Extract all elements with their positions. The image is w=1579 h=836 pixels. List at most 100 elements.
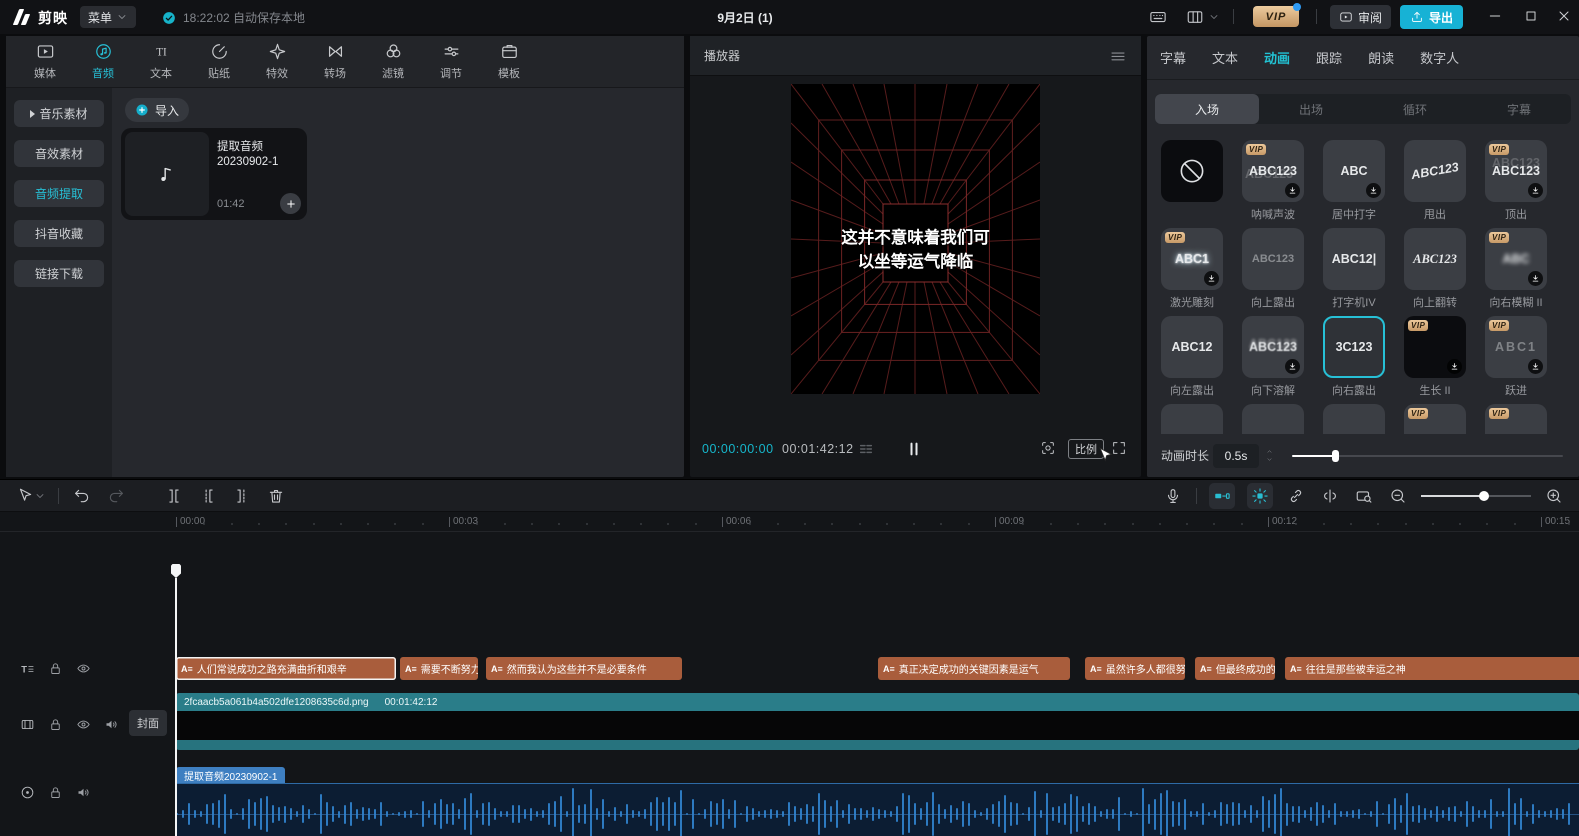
close-button[interactable] <box>1556 8 1572 24</box>
properties-tab-1[interactable]: 文本 <box>1212 48 1238 67</box>
review-button[interactable]: 审阅 <box>1330 5 1391 29</box>
split-button[interactable] <box>163 485 185 507</box>
duration-stepper[interactable] <box>1265 448 1274 463</box>
text-clip-6[interactable]: A≡往往是那些被幸运之神 <box>1285 657 1579 680</box>
animation-tile-partial-1[interactable] <box>1242 404 1304 434</box>
lock-icon[interactable] <box>48 717 63 732</box>
download-icon[interactable] <box>1285 359 1300 374</box>
delete-button[interactable] <box>265 485 287 507</box>
media-tab-adjust[interactable]: 调节 <box>422 42 480 81</box>
eye-icon[interactable] <box>76 717 91 732</box>
media-tab-media[interactable]: 媒体 <box>16 42 74 81</box>
text-clip-4[interactable]: A≡虽然许多人都很努力 <box>1085 657 1185 680</box>
stepper-down-icon[interactable] <box>1265 456 1274 463</box>
split-left-button[interactable] <box>197 485 219 507</box>
properties-tab-4[interactable]: 朗读 <box>1368 48 1394 67</box>
split-right-button[interactable] <box>231 485 253 507</box>
text-clip-2[interactable]: A≡然而我认为这些并不是必要条件 <box>486 657 682 680</box>
duration-value[interactable]: 0.5s <box>1213 444 1259 468</box>
media-tab-filter[interactable]: 滤镜 <box>364 42 422 81</box>
properties-tab-5[interactable]: 数字人 <box>1420 48 1459 67</box>
lock-icon[interactable] <box>48 785 63 800</box>
maximize-button[interactable] <box>1523 8 1539 24</box>
animation-tile-13[interactable]: VIP <box>1404 316 1466 378</box>
select-tool-button[interactable] <box>16 485 46 507</box>
animation-tile-14[interactable]: VIPABC1 <box>1485 316 1547 378</box>
animation-subtab-2[interactable]: 循环 <box>1363 94 1467 124</box>
download-icon[interactable] <box>1285 183 1300 198</box>
audio-asset-card[interactable]: 提取音频 20230902-1 01:42 <box>121 128 307 220</box>
redo-button[interactable] <box>105 485 127 507</box>
media-tab-text[interactable]: TI文本 <box>132 42 190 81</box>
playhead-handle[interactable] <box>171 564 181 578</box>
zoom-handle[interactable] <box>1479 491 1489 501</box>
timeline-zoom-slider[interactable] <box>1421 490 1531 502</box>
text-clip-3[interactable]: A≡真正决定成功的关键因素是运气 <box>878 657 1070 680</box>
media-tab-transition[interactable]: 转场 <box>306 42 364 81</box>
sidebar-item-0[interactable]: 音乐素材 <box>14 100 104 127</box>
minimize-button[interactable] <box>1487 8 1503 24</box>
add-to-timeline-button[interactable] <box>280 193 301 214</box>
import-button[interactable]: 导入 <box>125 98 189 122</box>
animation-tile-8[interactable]: ABC123 <box>1404 228 1466 290</box>
zoom-out-button[interactable] <box>1387 485 1409 507</box>
download-icon[interactable] <box>1528 271 1543 286</box>
media-tab-template[interactable]: 模板 <box>480 42 538 81</box>
duration-slider[interactable] <box>1292 448 1563 464</box>
layout-button[interactable] <box>1186 8 1204 26</box>
animation-tile-1[interactable]: VIPABC123 <box>1242 140 1304 202</box>
animation-tile-11[interactable]: ABC123 <box>1242 316 1304 378</box>
animation-tile-partial-3[interactable]: VIP <box>1404 404 1466 434</box>
sidebar-item-3[interactable]: 抖音收藏 <box>14 220 104 247</box>
zoom-in-button[interactable] <box>1543 485 1565 507</box>
timeline-ruler[interactable]: 00:0000:0300:0600:0900:1200:15 <box>0 512 1579 532</box>
download-icon[interactable] <box>1528 359 1543 374</box>
animation-tile-0[interactable] <box>1161 140 1223 202</box>
properties-tab-2[interactable]: 动画 <box>1264 48 1290 67</box>
link-button[interactable] <box>1285 485 1307 507</box>
sidebar-item-2[interactable]: 音频提取 <box>14 180 104 207</box>
animation-tile-4[interactable]: VIPABC123 <box>1485 140 1547 202</box>
text-clip-0[interactable]: A≡人们常说成功之路充满曲折和艰辛 <box>176 657 396 680</box>
slider-handle[interactable] <box>1332 450 1339 462</box>
undo-button[interactable] <box>71 485 93 507</box>
magnet-snap-button[interactable] <box>1209 483 1235 509</box>
animation-subtab-1[interactable]: 出场 <box>1259 94 1363 124</box>
pause-button[interactable] <box>904 439 924 459</box>
download-icon[interactable] <box>1366 183 1381 198</box>
menu-button[interactable]: 菜单 <box>80 6 136 28</box>
auto-preview-button[interactable] <box>1247 483 1273 509</box>
frames-icon[interactable] <box>858 441 874 457</box>
animation-tile-2[interactable]: ABC <box>1323 140 1385 202</box>
animation-tile-6[interactable]: ABC123 <box>1242 228 1304 290</box>
audio-clip[interactable]: 提取音频20230902-1 <box>176 767 1579 836</box>
animation-tile-partial-2[interactable] <box>1323 404 1385 434</box>
animation-tile-5[interactable]: VIPABC1 <box>1161 228 1223 290</box>
sidebar-item-1[interactable]: 音效素材 <box>14 140 104 167</box>
divide-button[interactable] <box>1319 485 1341 507</box>
player-menu-icon[interactable] <box>1109 47 1127 65</box>
download-icon[interactable] <box>1204 271 1219 286</box>
animation-tile-10[interactable]: ABC12 <box>1161 316 1223 378</box>
video-preview[interactable]: 这并不意味着我们可 以坐等运气降临 <box>791 84 1040 394</box>
animation-tile-12[interactable]: 3C123 <box>1323 316 1385 378</box>
animation-subtab-0[interactable]: 入场 <box>1155 94 1259 124</box>
download-icon[interactable] <box>1447 359 1462 374</box>
preview-quality-button[interactable] <box>1353 485 1375 507</box>
media-tab-sticker[interactable]: 贴纸 <box>190 42 248 81</box>
animation-subtab-3[interactable]: 字幕 <box>1467 94 1571 124</box>
animation-tile-9[interactable]: VIPABC <box>1485 228 1547 290</box>
stepper-up-icon[interactable] <box>1265 448 1274 455</box>
layout-chevron-icon[interactable] <box>1208 11 1220 23</box>
animation-tile-3[interactable]: ABC123 <box>1404 140 1466 202</box>
properties-tab-3[interactable]: 跟踪 <box>1316 48 1342 67</box>
vip-badge-button[interactable]: VIP <box>1253 6 1299 27</box>
record-voiceover-button[interactable] <box>1162 485 1184 507</box>
animation-tile-partial-0[interactable] <box>1161 404 1223 434</box>
animation-tile-partial-4[interactable]: VIP <box>1485 404 1547 434</box>
media-tab-effects[interactable]: 特效 <box>248 42 306 81</box>
text-clip-1[interactable]: A≡需要不断努力 <box>400 657 478 680</box>
cover-button[interactable]: 封面 <box>129 710 167 736</box>
shortcut-keyboard-button[interactable] <box>1149 8 1167 26</box>
sidebar-item-4[interactable]: 链接下载 <box>14 260 104 287</box>
